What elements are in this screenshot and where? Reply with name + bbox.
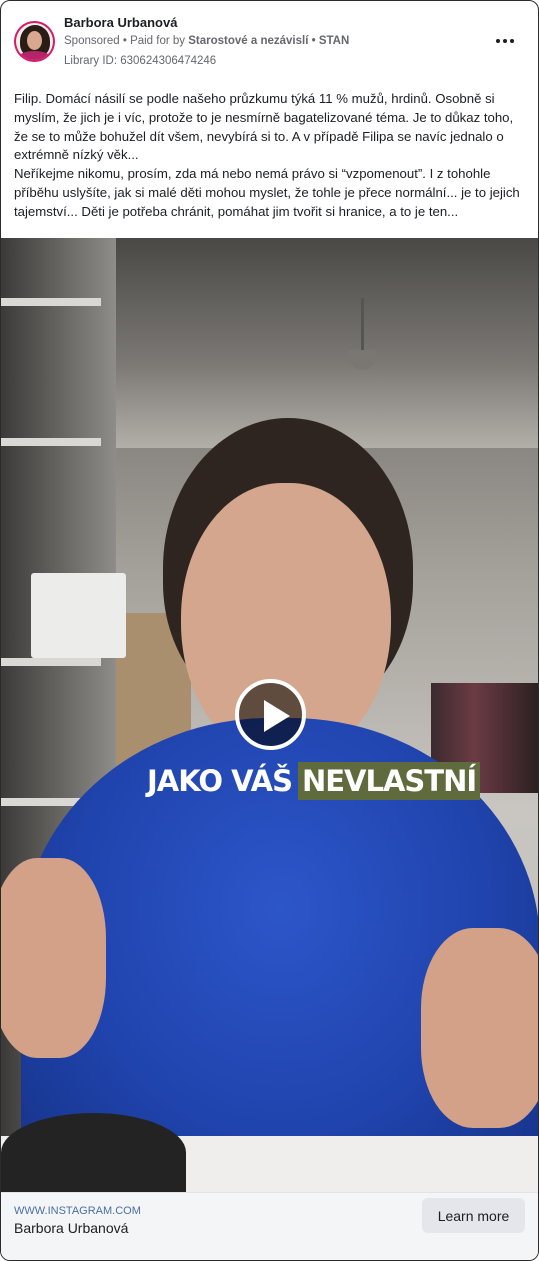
body-paragraph-1: Filip. Domácí násilí se podle našeho prů… — [14, 91, 514, 163]
more-options-button[interactable] — [494, 31, 516, 51]
author-name[interactable]: Barbora Urbanová — [64, 15, 177, 30]
avatar-photo — [16, 23, 53, 60]
caption-highlight: NEVLASTNÍ — [297, 762, 481, 800]
library-id: Library ID: 630624306474246 — [64, 55, 217, 67]
learn-more-button[interactable]: Learn more — [422, 1198, 525, 1233]
ad-card: Barbora Urbanová Sponsored • Paid for by… — [0, 0, 539, 1261]
post-header: Barbora Urbanová Sponsored • Paid for by… — [1, 1, 538, 81]
sponsored-line: Sponsored • Paid for by Starostové a nez… — [64, 35, 349, 47]
separator-dot: • — [122, 35, 131, 47]
link-footer[interactable]: WWW.INSTAGRAM.COM Barbora Urbanová Learn… — [1, 1192, 538, 1260]
ellipsis-icon — [496, 39, 500, 43]
video-player[interactable]: JAKO VÁŠ NEVLASTNÍ — [1, 238, 538, 1192]
play-icon — [264, 700, 290, 732]
play-button[interactable] — [235, 679, 306, 750]
link-title[interactable]: Barbora Urbanová — [14, 1220, 128, 1236]
caption-text: JAKO VÁŠ — [147, 764, 293, 798]
body-paragraph-2: Neříkejme nikomu, prosím, zda má nebo ne… — [14, 166, 520, 219]
payer-name[interactable]: Starostové a nezávislí • STAN — [188, 35, 349, 47]
paid-for-prefix: Paid for by — [130, 35, 186, 47]
sponsored-label: Sponsored — [64, 35, 120, 47]
post-body: Filip. Domácí násilí se podle našeho prů… — [14, 90, 526, 222]
avatar[interactable] — [14, 21, 55, 62]
link-domain[interactable]: WWW.INSTAGRAM.COM — [14, 1205, 141, 1217]
video-caption: JAKO VÁŠ NEVLASTNÍ — [147, 756, 481, 806]
